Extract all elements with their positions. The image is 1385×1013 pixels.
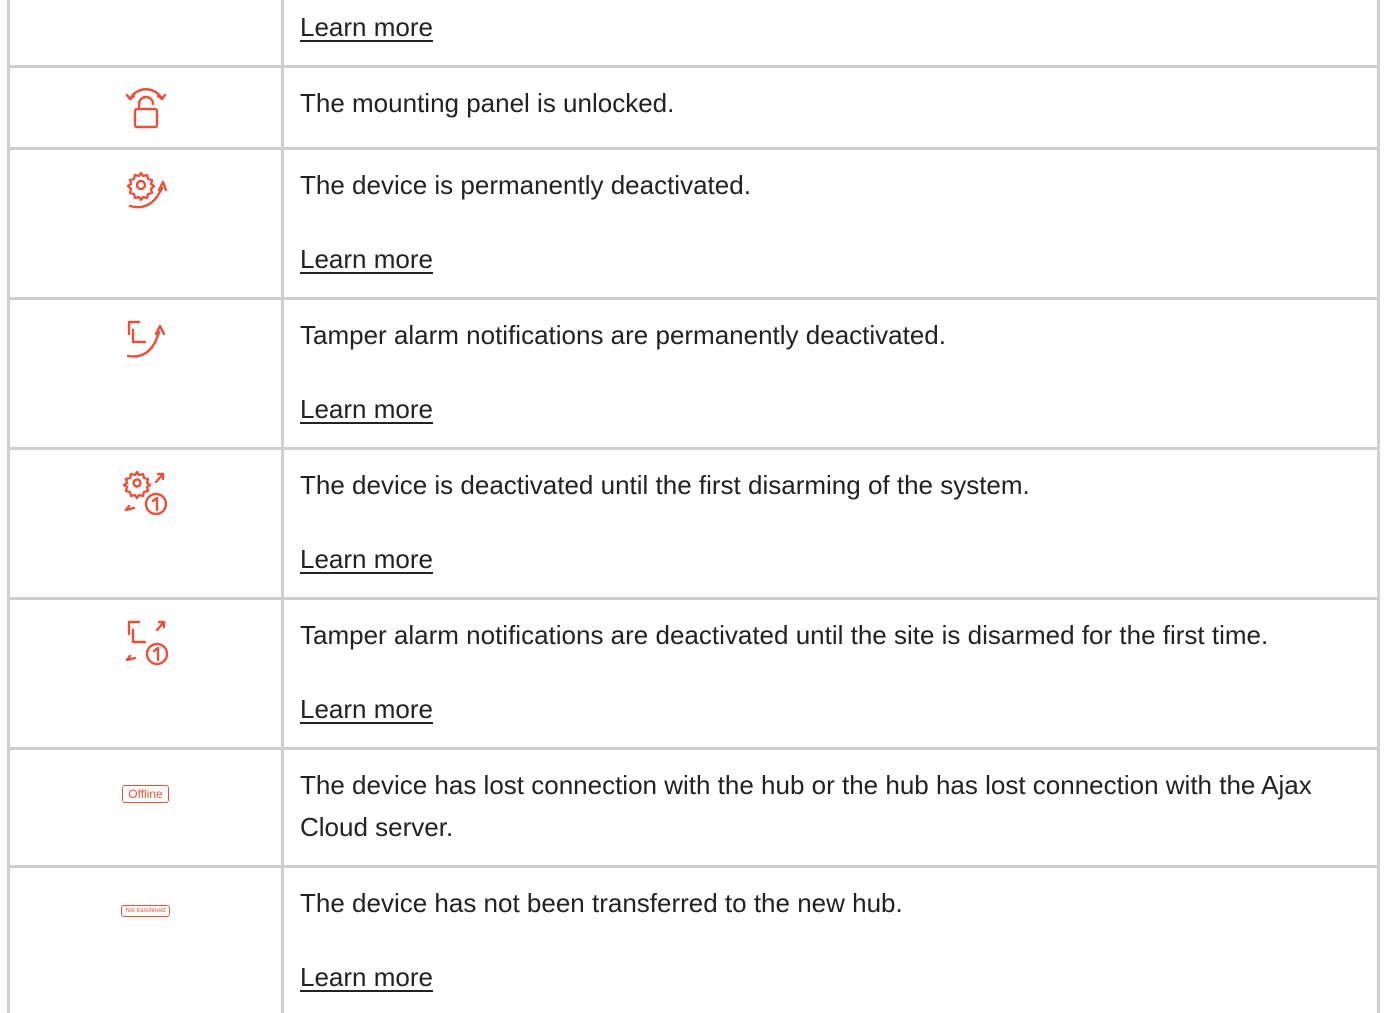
table-row: Learn more: [10, 0, 1377, 68]
description-cell: The device has lost connection with the …: [282, 748, 1377, 868]
icon-cell: [10, 148, 284, 300]
description-cell: The device is permanently deactivated. L…: [282, 148, 1377, 300]
description-text: Tamper alarm notifications are deactivat…: [300, 619, 1269, 650]
icon-cell: [10, 66, 284, 150]
icon-legend-table: Learn more The mounting panel is unlocke…: [10, 0, 1377, 1013]
learn-more-link[interactable]: Learn more: [300, 6, 1367, 48]
table-row: Offline The device has lost connection w…: [10, 748, 1377, 868]
description-cell: The device has not been transferred to t…: [283, 866, 1378, 1013]
description-text: The device has lost connection with the …: [300, 769, 1312, 842]
description-cell: Tamper alarm notifications are deactivat…: [282, 598, 1377, 750]
table-row: Tamper alarm notifications are deactivat…: [10, 598, 1377, 750]
learn-more-link[interactable]: Learn more: [300, 538, 1367, 580]
tamper-deactivated-icon: [123, 316, 169, 364]
icon-cell: [10, 448, 284, 600]
table-row: The device is permanently deactivated. L…: [10, 148, 1377, 300]
icon-cell: [10, 298, 284, 450]
learn-more-link[interactable]: Learn more: [300, 388, 1367, 430]
table-row: The mounting panel is unlocked.: [10, 66, 1377, 150]
table-row: The device is deactivated until the firs…: [10, 448, 1377, 600]
learn-more-link[interactable]: Learn more: [300, 688, 1367, 730]
table-row: Tamper alarm notifications are permanent…: [10, 298, 1377, 450]
icon-cell: [10, 598, 284, 750]
learn-more-link[interactable]: Learn more: [300, 956, 1367, 998]
description-cell: Tamper alarm notifications are permanent…: [282, 298, 1377, 450]
offline-badge: Offline: [122, 784, 169, 803]
gear-deactivated-once-icon: [120, 468, 172, 516]
description-text: The device is deactivated until the firs…: [300, 469, 1030, 500]
learn-more-link[interactable]: Learn more: [300, 238, 1367, 280]
tamper-deactivated-once-icon: [121, 616, 171, 666]
unlocked-panel-icon: [123, 85, 169, 131]
not-transferred-badge: Not transferred: [121, 904, 170, 917]
description-cell: Learn more: [282, 0, 1377, 68]
icon-cell: Not transferred: [10, 866, 284, 1013]
description-text: The mounting panel is unlocked.: [300, 87, 675, 118]
description-text: The device has not been transferred to t…: [300, 887, 903, 918]
description-text: Tamper alarm notifications are permanent…: [300, 319, 946, 350]
status-icons-table: Learn more The mounting panel is unlocke…: [7, 0, 1380, 1013]
description-cell: The device is deactivated until the firs…: [282, 448, 1377, 600]
description-text: The device is permanently deactivated.: [300, 169, 751, 200]
icon-cell: [10, 0, 284, 68]
table-row: Not transferred The device has not been …: [10, 866, 1377, 1013]
gear-deactivated-icon: [121, 168, 171, 214]
description-cell: The mounting panel is unlocked.: [282, 66, 1377, 150]
icon-cell: Offline: [10, 748, 284, 868]
